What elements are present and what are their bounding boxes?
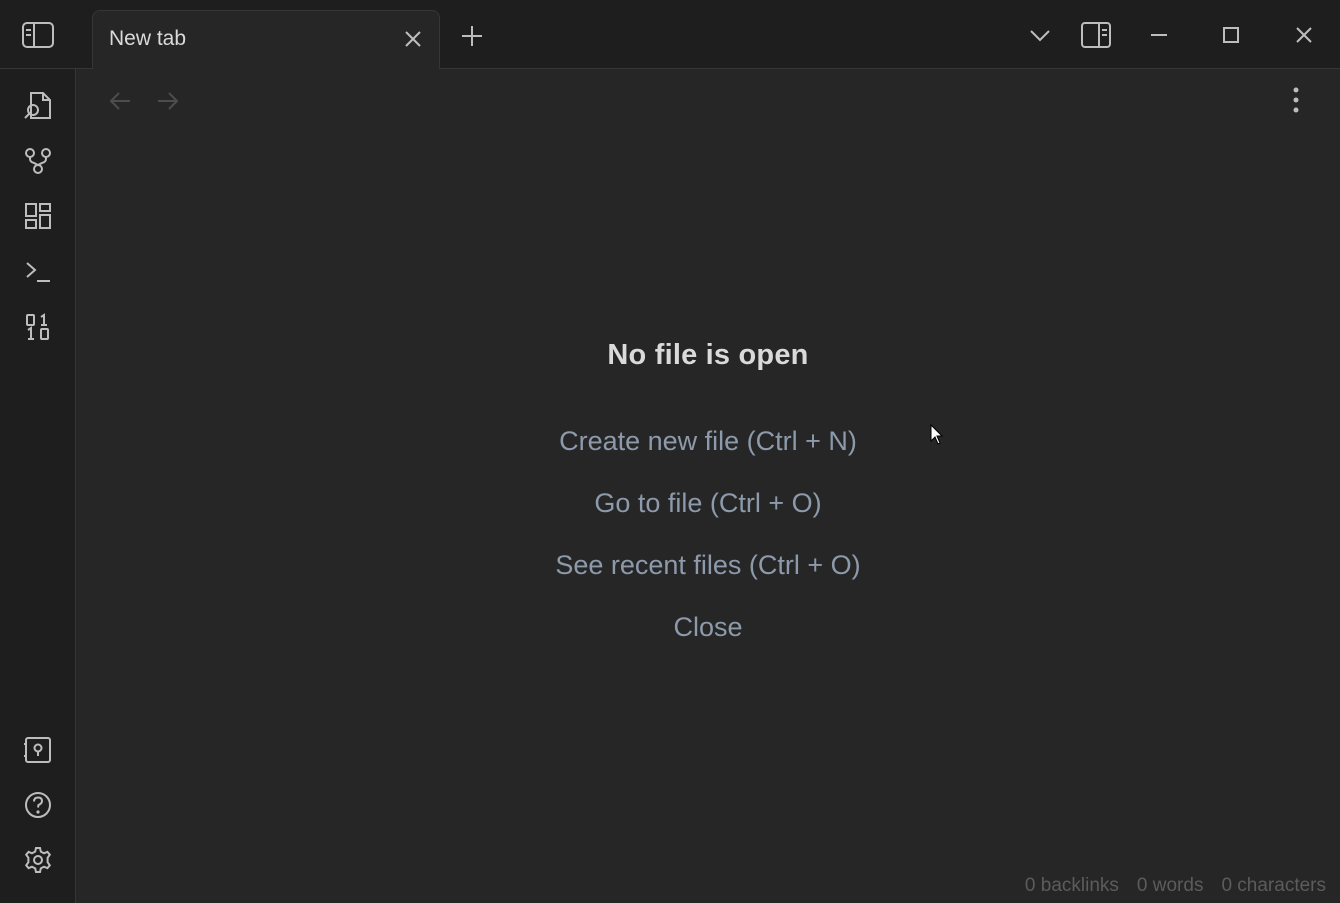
- tab-close-button[interactable]: [401, 27, 425, 51]
- close-link[interactable]: Close: [76, 608, 1340, 670]
- sidebar-toggle-button[interactable]: [0, 0, 76, 69]
- tab-new-tab[interactable]: New tab: [92, 10, 440, 69]
- maximize-button[interactable]: [1213, 18, 1249, 52]
- canvas-button[interactable]: [18, 196, 58, 236]
- right-sidebar-toggle-button[interactable]: [1078, 18, 1114, 52]
- word-count: 0 words: [1136, 875, 1204, 896]
- minimize-icon: [1151, 34, 1167, 36]
- vault-switcher-button[interactable]: [18, 730, 58, 770]
- tab-label: New tab: [109, 27, 187, 50]
- empty-state-title: No file is open: [607, 339, 809, 371]
- app-window: New tab No file is open Create new file …: [0, 0, 1340, 903]
- tab-bar: New tab: [0, 0, 1340, 69]
- forward-button[interactable]: [154, 87, 182, 115]
- backlinks-count[interactable]: 0 backlinks: [1025, 875, 1119, 897]
- close-icon: [405, 31, 421, 47]
- settings-icon: [24, 847, 52, 873]
- graph-view-button[interactable]: [18, 141, 58, 181]
- see-recent-files-link[interactable]: See recent files (Ctrl + O): [76, 546, 1340, 608]
- empty-state: No file is open Create new file (Ctrl + …: [76, 339, 1340, 670]
- help-button[interactable]: [18, 785, 58, 825]
- right-sidebar-icon: [1081, 22, 1111, 48]
- plus-icon: [462, 26, 482, 46]
- mouse-cursor-icon: [930, 424, 944, 445]
- settings-button[interactable]: [18, 840, 58, 880]
- go-to-file-link[interactable]: Go to file (Ctrl + O): [76, 484, 1340, 546]
- vault-icon: [24, 737, 51, 763]
- window-close-button[interactable]: [1286, 18, 1322, 52]
- status-bar: 0 backlinks 0 words 0 characters: [1025, 875, 1326, 897]
- layout-grid-icon: [25, 203, 51, 229]
- arrow-left-icon: [109, 92, 130, 110]
- more-options-button[interactable]: [1282, 85, 1310, 115]
- arrow-right-icon: [158, 92, 179, 110]
- close-icon: [1296, 27, 1312, 43]
- back-button[interactable]: [106, 87, 134, 115]
- command-palette-button[interactable]: [18, 252, 58, 292]
- main-pane: No file is open Create new file (Ctrl + …: [76, 69, 1340, 903]
- maximize-icon: [1223, 27, 1239, 43]
- binary-icon: [26, 313, 49, 340]
- file-search-button[interactable]: [18, 86, 58, 126]
- help-icon: [25, 792, 51, 818]
- file-search-icon: [24, 92, 51, 119]
- sidebar-toggle-icon: [22, 21, 54, 48]
- terminal-icon: [26, 262, 50, 282]
- character-count: 0 characters: [1221, 875, 1326, 896]
- create-new-file-link[interactable]: Create new file (Ctrl + N): [76, 422, 1340, 484]
- left-ribbon: [0, 69, 76, 903]
- git-branch-icon: [25, 148, 51, 174]
- more-vertical-icon: [1293, 87, 1299, 113]
- templates-button[interactable]: [18, 307, 58, 347]
- chevron-down-icon: [1030, 30, 1050, 42]
- new-tab-button[interactable]: [456, 20, 488, 52]
- minimize-button[interactable]: [1141, 18, 1177, 52]
- tab-list-button[interactable]: [1022, 18, 1058, 52]
